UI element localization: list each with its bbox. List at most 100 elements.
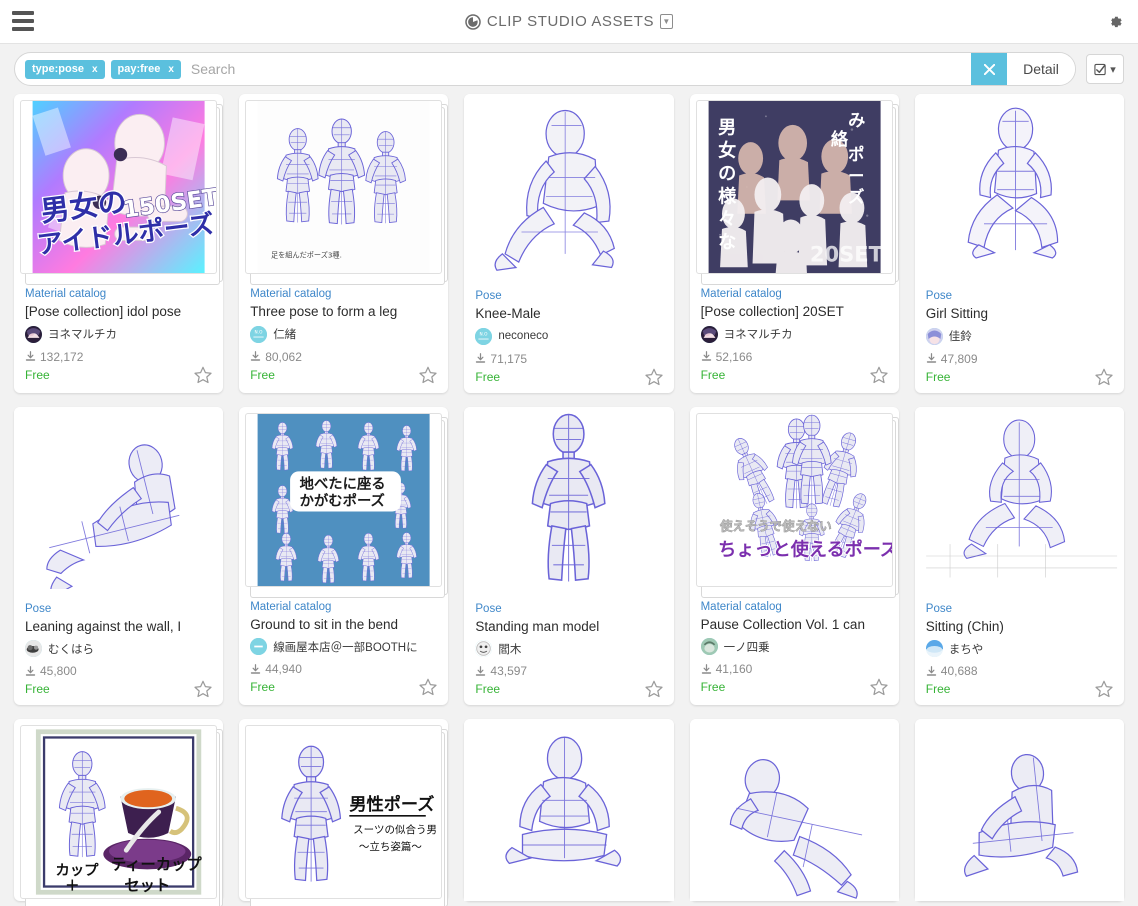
- asset-thumbnail[interactable]: [914, 406, 1124, 589]
- avatar[interactable]: [700, 638, 718, 656]
- asset-card[interactable]: [689, 719, 899, 902]
- search-box[interactable]: type:pose x pay:free x Detail: [14, 52, 1076, 86]
- asset-author-name[interactable]: ヨネマルチカ: [724, 326, 793, 342]
- avatar[interactable]: [25, 325, 42, 343]
- asset-thumbnail[interactable]: 地べたに座る かがむポーズ: [245, 412, 443, 587]
- asset-title[interactable]: [Pose collection] 20SET: [701, 304, 888, 320]
- avatar[interactable]: [925, 327, 943, 345]
- asset-title[interactable]: Knee-Male: [475, 306, 662, 322]
- asset-title[interactable]: Ground to sit in the bend: [250, 617, 437, 633]
- asset-thumbnail[interactable]: カップ ＋ ティーカップ セット: [20, 725, 218, 900]
- asset-card[interactable]: Pose Leaning against the wall, I むくはら 45…: [14, 406, 224, 706]
- asset-card[interactable]: Pose Girl Sitting 佳鈴 47,809 Free: [914, 94, 1124, 393]
- asset-author-name[interactable]: neconeco: [498, 330, 548, 342]
- asset-card-body: Material catalog Ground to sit in the be…: [239, 587, 448, 704]
- asset-thumbnail[interactable]: 足を組んだポーズ3種.: [245, 100, 443, 274]
- site-switch-badge-icon[interactable]: ▼: [660, 14, 674, 29]
- favorite-star-icon[interactable]: [644, 679, 664, 699]
- gear-icon[interactable]: [1106, 13, 1124, 31]
- detail-button[interactable]: Detail: [1007, 53, 1075, 85]
- asset-card[interactable]: Pose Knee-Male N.O neconeco 71,175 Free: [464, 94, 674, 393]
- asset-thumbnail[interactable]: [914, 94, 1124, 276]
- asset-category[interactable]: Pose: [926, 290, 952, 302]
- asset-thumbnail[interactable]: [464, 94, 674, 276]
- favorite-star-icon[interactable]: [644, 367, 664, 387]
- asset-author-name[interactable]: 一ノ四乗: [724, 639, 770, 655]
- asset-title[interactable]: Leaning against the wall, I: [25, 619, 212, 635]
- asset-category[interactable]: Material catalog: [25, 288, 106, 300]
- filter-chip-remove-icon[interactable]: x: [168, 64, 174, 75]
- filter-chip-type-pose[interactable]: type:pose x: [25, 59, 105, 79]
- asset-title[interactable]: Sitting (Chin): [926, 619, 1113, 635]
- asset-author-name[interactable]: 仁緒: [273, 326, 296, 342]
- asset-title[interactable]: Standing man model: [475, 619, 662, 635]
- asset-card[interactable]: 足を組んだポーズ3種. Material catalog Three pose …: [239, 94, 449, 393]
- asset-download-count-row: 45,800: [25, 664, 212, 678]
- asset-thumbnail[interactable]: [464, 406, 674, 589]
- favorite-star-icon[interactable]: [418, 365, 438, 385]
- asset-card[interactable]: [914, 719, 1124, 902]
- asset-thumbnail[interactable]: [914, 719, 1124, 902]
- asset-card[interactable]: 男女の アイドルポーズ 150SET Material catalog [Pos…: [14, 94, 224, 393]
- asset-author-name[interactable]: 線画屋本店＠一部BOOTHに: [273, 639, 417, 655]
- asset-download-count-row: 80,062: [250, 350, 437, 364]
- asset-download-count: 45,800: [40, 664, 77, 679]
- favorite-star-icon[interactable]: [1094, 367, 1114, 387]
- favorite-star-icon[interactable]: [1094, 679, 1114, 699]
- asset-thumbnail[interactable]: [14, 406, 224, 589]
- asset-category[interactable]: Material catalog: [701, 601, 782, 613]
- view-options-dropdown[interactable]: ▾: [1086, 54, 1124, 84]
- asset-title[interactable]: Girl Sitting: [926, 306, 1113, 322]
- download-icon: [25, 665, 36, 677]
- asset-category[interactable]: Pose: [475, 603, 501, 615]
- asset-title[interactable]: Pause Collection Vol. 1 can: [701, 617, 888, 633]
- favorite-star-icon[interactable]: [418, 677, 438, 697]
- asset-category[interactable]: Pose: [475, 290, 501, 302]
- avatar[interactable]: [925, 640, 943, 658]
- asset-author-name[interactable]: まちや: [949, 641, 984, 657]
- asset-card[interactable]: 男性ポーズ スーツの似合う男 〜立ち姿篇〜: [239, 719, 449, 906]
- asset-category[interactable]: Material catalog: [701, 288, 782, 300]
- asset-card[interactable]: Pose Sitting (Chin) まちや 40,688 Free: [914, 406, 1124, 706]
- asset-author-name[interactable]: 佳鈴: [949, 328, 972, 344]
- asset-category[interactable]: Pose: [926, 603, 952, 615]
- asset-card[interactable]: 地べたに座る かがむポーズ Material catalog Ground to…: [239, 406, 449, 706]
- favorite-star-icon[interactable]: [869, 677, 889, 697]
- avatar[interactable]: [475, 640, 493, 658]
- svg-text:＋: ＋: [65, 878, 79, 894]
- favorite-star-icon[interactable]: [193, 679, 213, 699]
- asset-card[interactable]: 男女 の様 々な み絡 ポー ズ 20SET Material catalog …: [689, 94, 899, 393]
- search-input[interactable]: [180, 53, 971, 85]
- avatar[interactable]: N.O: [250, 325, 268, 343]
- avatar[interactable]: N.O: [475, 327, 493, 345]
- asset-author-name[interactable]: 閻木: [498, 641, 521, 657]
- avatar[interactable]: [700, 325, 718, 343]
- asset-thumbnail[interactable]: 男女の アイドルポーズ 150SET: [20, 100, 218, 274]
- asset-card[interactable]: カップ ＋ ティーカップ セット: [14, 719, 224, 906]
- favorite-star-icon[interactable]: [193, 365, 213, 385]
- filter-chip-remove-icon[interactable]: x: [92, 64, 98, 75]
- clear-search-button[interactable]: [971, 53, 1007, 85]
- asset-download-count: 80,062: [265, 349, 302, 364]
- asset-thumbnail[interactable]: 使えそうで使えない ちょっと使えるポーズ集: [695, 412, 893, 587]
- filter-chip-pay-free[interactable]: pay:free x: [110, 59, 181, 79]
- asset-thumbnail[interactable]: [464, 719, 674, 902]
- asset-card[interactable]: [464, 719, 674, 902]
- asset-category[interactable]: Pose: [25, 603, 51, 615]
- avatar[interactable]: [25, 640, 42, 658]
- asset-author-name[interactable]: むくはら: [48, 641, 94, 657]
- asset-card[interactable]: Pose Standing man model 閻木 43,597 Free: [464, 406, 674, 706]
- asset-category[interactable]: Material catalog: [250, 601, 331, 613]
- favorite-star-icon[interactable]: [869, 365, 889, 385]
- asset-author-name[interactable]: ヨネマルチカ: [48, 326, 117, 342]
- asset-card[interactable]: 使えそうで使えない ちょっと使えるポーズ集 Material catalog P…: [689, 406, 899, 706]
- avatar[interactable]: [250, 638, 268, 656]
- asset-title[interactable]: [Pose collection] idol pose: [25, 304, 212, 320]
- asset-thumbnail[interactable]: [689, 719, 899, 902]
- asset-title[interactable]: Three pose to form a leg: [250, 304, 437, 320]
- asset-thumbnail[interactable]: 男性ポーズ スーツの似合う男 〜立ち姿篇〜: [245, 725, 443, 900]
- asset-category[interactable]: Material catalog: [250, 288, 331, 300]
- asset-thumbnail[interactable]: 男女 の様 々な み絡 ポー ズ 20SET: [695, 100, 893, 274]
- asset-download-count-row: 132,172: [25, 350, 212, 364]
- hamburger-menu-icon[interactable]: [12, 11, 34, 31]
